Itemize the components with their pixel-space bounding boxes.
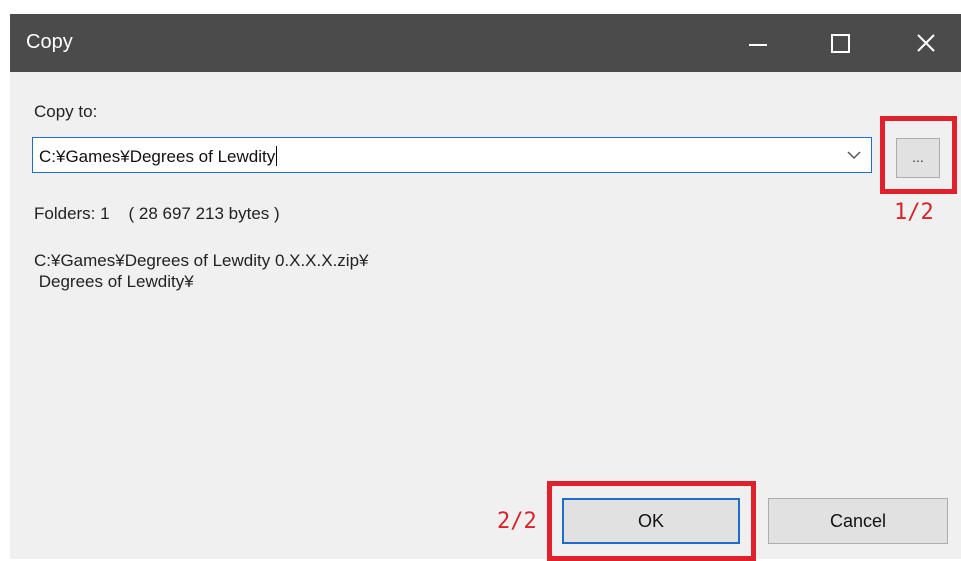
text-caret: [276, 146, 278, 166]
cancel-button[interactable]: Cancel: [768, 498, 948, 544]
copy-dialog: Copy Copy to: C:¥Games¥Degrees of Lewdit…: [10, 14, 961, 561]
step-label-browse: 1/2: [894, 200, 934, 225]
close-button[interactable]: [896, 14, 956, 72]
minimize-button[interactable]: [728, 14, 788, 72]
folders-info: Folders: 1 ( 28 697 213 bytes ): [34, 204, 280, 223]
destination-path-combobox[interactable]: C:¥Games¥Degrees of Lewdity: [32, 137, 872, 173]
window-title: Copy: [26, 31, 73, 53]
chevron-down-icon[interactable]: [847, 148, 861, 162]
step-label-ok: 2/2: [497, 509, 537, 534]
source-path-line-2: Degrees of Lewdity¥: [34, 272, 194, 291]
minimize-icon: [749, 44, 767, 46]
title-bar[interactable]: Copy: [10, 14, 961, 72]
copy-to-label: Copy to:: [34, 102, 98, 121]
source-path: C:¥Games¥Degrees of Lewdity 0.X.X.X.zip¥…: [34, 250, 369, 292]
close-icon: [917, 34, 935, 52]
maximize-button[interactable]: [810, 14, 870, 72]
source-path-line-1: C:¥Games¥Degrees of Lewdity 0.X.X.X.zip¥: [34, 251, 369, 270]
browse-highlight-box: [880, 116, 957, 194]
maximize-icon: [830, 33, 850, 53]
ok-highlight-box: [547, 481, 756, 561]
destination-path-input[interactable]: C:¥Games¥Degrees of Lewdity: [39, 146, 278, 167]
destination-path-text: C:¥Games¥Degrees of Lewdity: [39, 147, 276, 166]
